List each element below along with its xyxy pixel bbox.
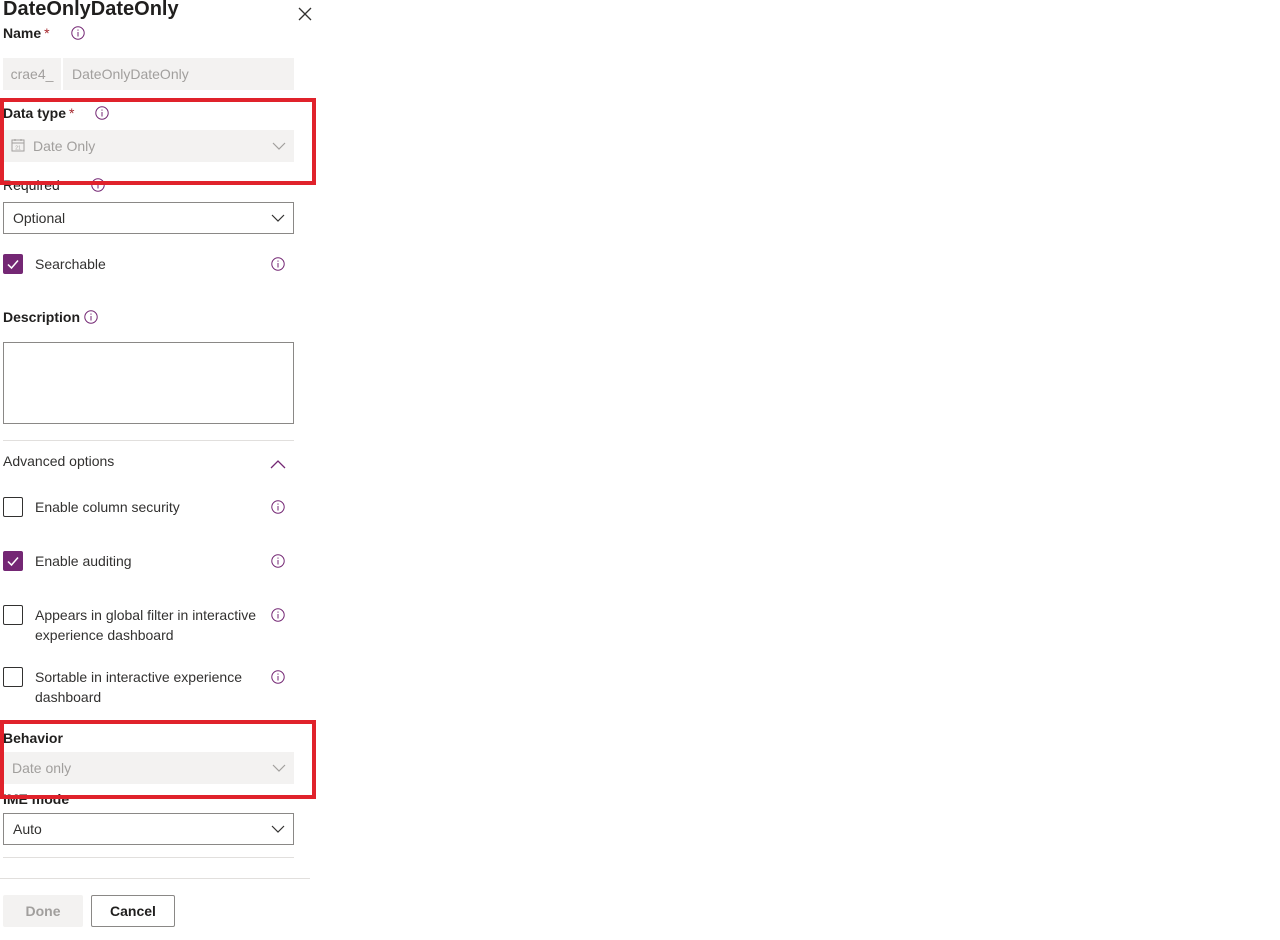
close-icon[interactable] (296, 5, 314, 23)
checkmark-icon (7, 557, 19, 567)
highlight-box-behavior (0, 720, 316, 799)
divider (3, 440, 294, 441)
required-select[interactable]: Optional (3, 202, 294, 234)
global-filter-checkbox[interactable] (3, 605, 23, 625)
column-security-label: Enable column security (35, 499, 180, 515)
column-security-checkbox[interactable] (3, 497, 23, 517)
sortable-checkbox[interactable] (3, 667, 23, 687)
required-value: Optional (13, 210, 66, 226)
advanced-options-label[interactable]: Advanced options (3, 451, 114, 471)
ime-mode-value: Auto (13, 821, 42, 837)
info-icon[interactable] (271, 608, 285, 622)
global-filter-label-line2: experience dashboard (35, 627, 174, 643)
cancel-button[interactable]: Cancel (91, 895, 175, 927)
global-filter-label-line1: Appears in global filter in interactive (35, 607, 257, 623)
info-icon[interactable] (271, 670, 285, 684)
info-icon[interactable] (271, 257, 285, 271)
searchable-checkbox[interactable] (3, 254, 23, 274)
panel-title: DateOnlyDateOnly (3, 0, 179, 20)
info-icon[interactable] (271, 554, 285, 568)
done-button: Done (3, 895, 83, 927)
auditing-checkbox[interactable] (3, 551, 23, 571)
description-label: Description (3, 309, 81, 325)
description-textarea[interactable] (3, 342, 294, 424)
chevron-down-icon (271, 825, 285, 833)
chevron-down-icon (271, 214, 285, 222)
chevron-up-icon[interactable] (270, 458, 286, 470)
info-icon[interactable] (71, 26, 85, 40)
sortable-label: Sortable in interactive experience dashb… (35, 667, 242, 707)
searchable-label: Searchable (35, 256, 106, 272)
footer-divider (0, 878, 310, 879)
name-input: DateOnlyDateOnly (63, 58, 294, 90)
auditing-label: Enable auditing (35, 553, 132, 569)
global-filter-label: Appears in global filter in interactive … (35, 605, 256, 645)
sortable-label-line1: Sortable in interactive experience (35, 669, 243, 685)
name-prefix: crae4_ (3, 58, 61, 90)
name-label: Name * (3, 25, 50, 41)
ime-mode-select[interactable]: Auto (3, 813, 294, 845)
divider (3, 857, 294, 858)
checkmark-icon (7, 260, 19, 270)
highlight-box-data-type (0, 98, 316, 185)
info-icon[interactable] (271, 500, 285, 514)
sortable-label-line2: dashboard (35, 689, 102, 705)
info-icon[interactable] (84, 310, 98, 324)
